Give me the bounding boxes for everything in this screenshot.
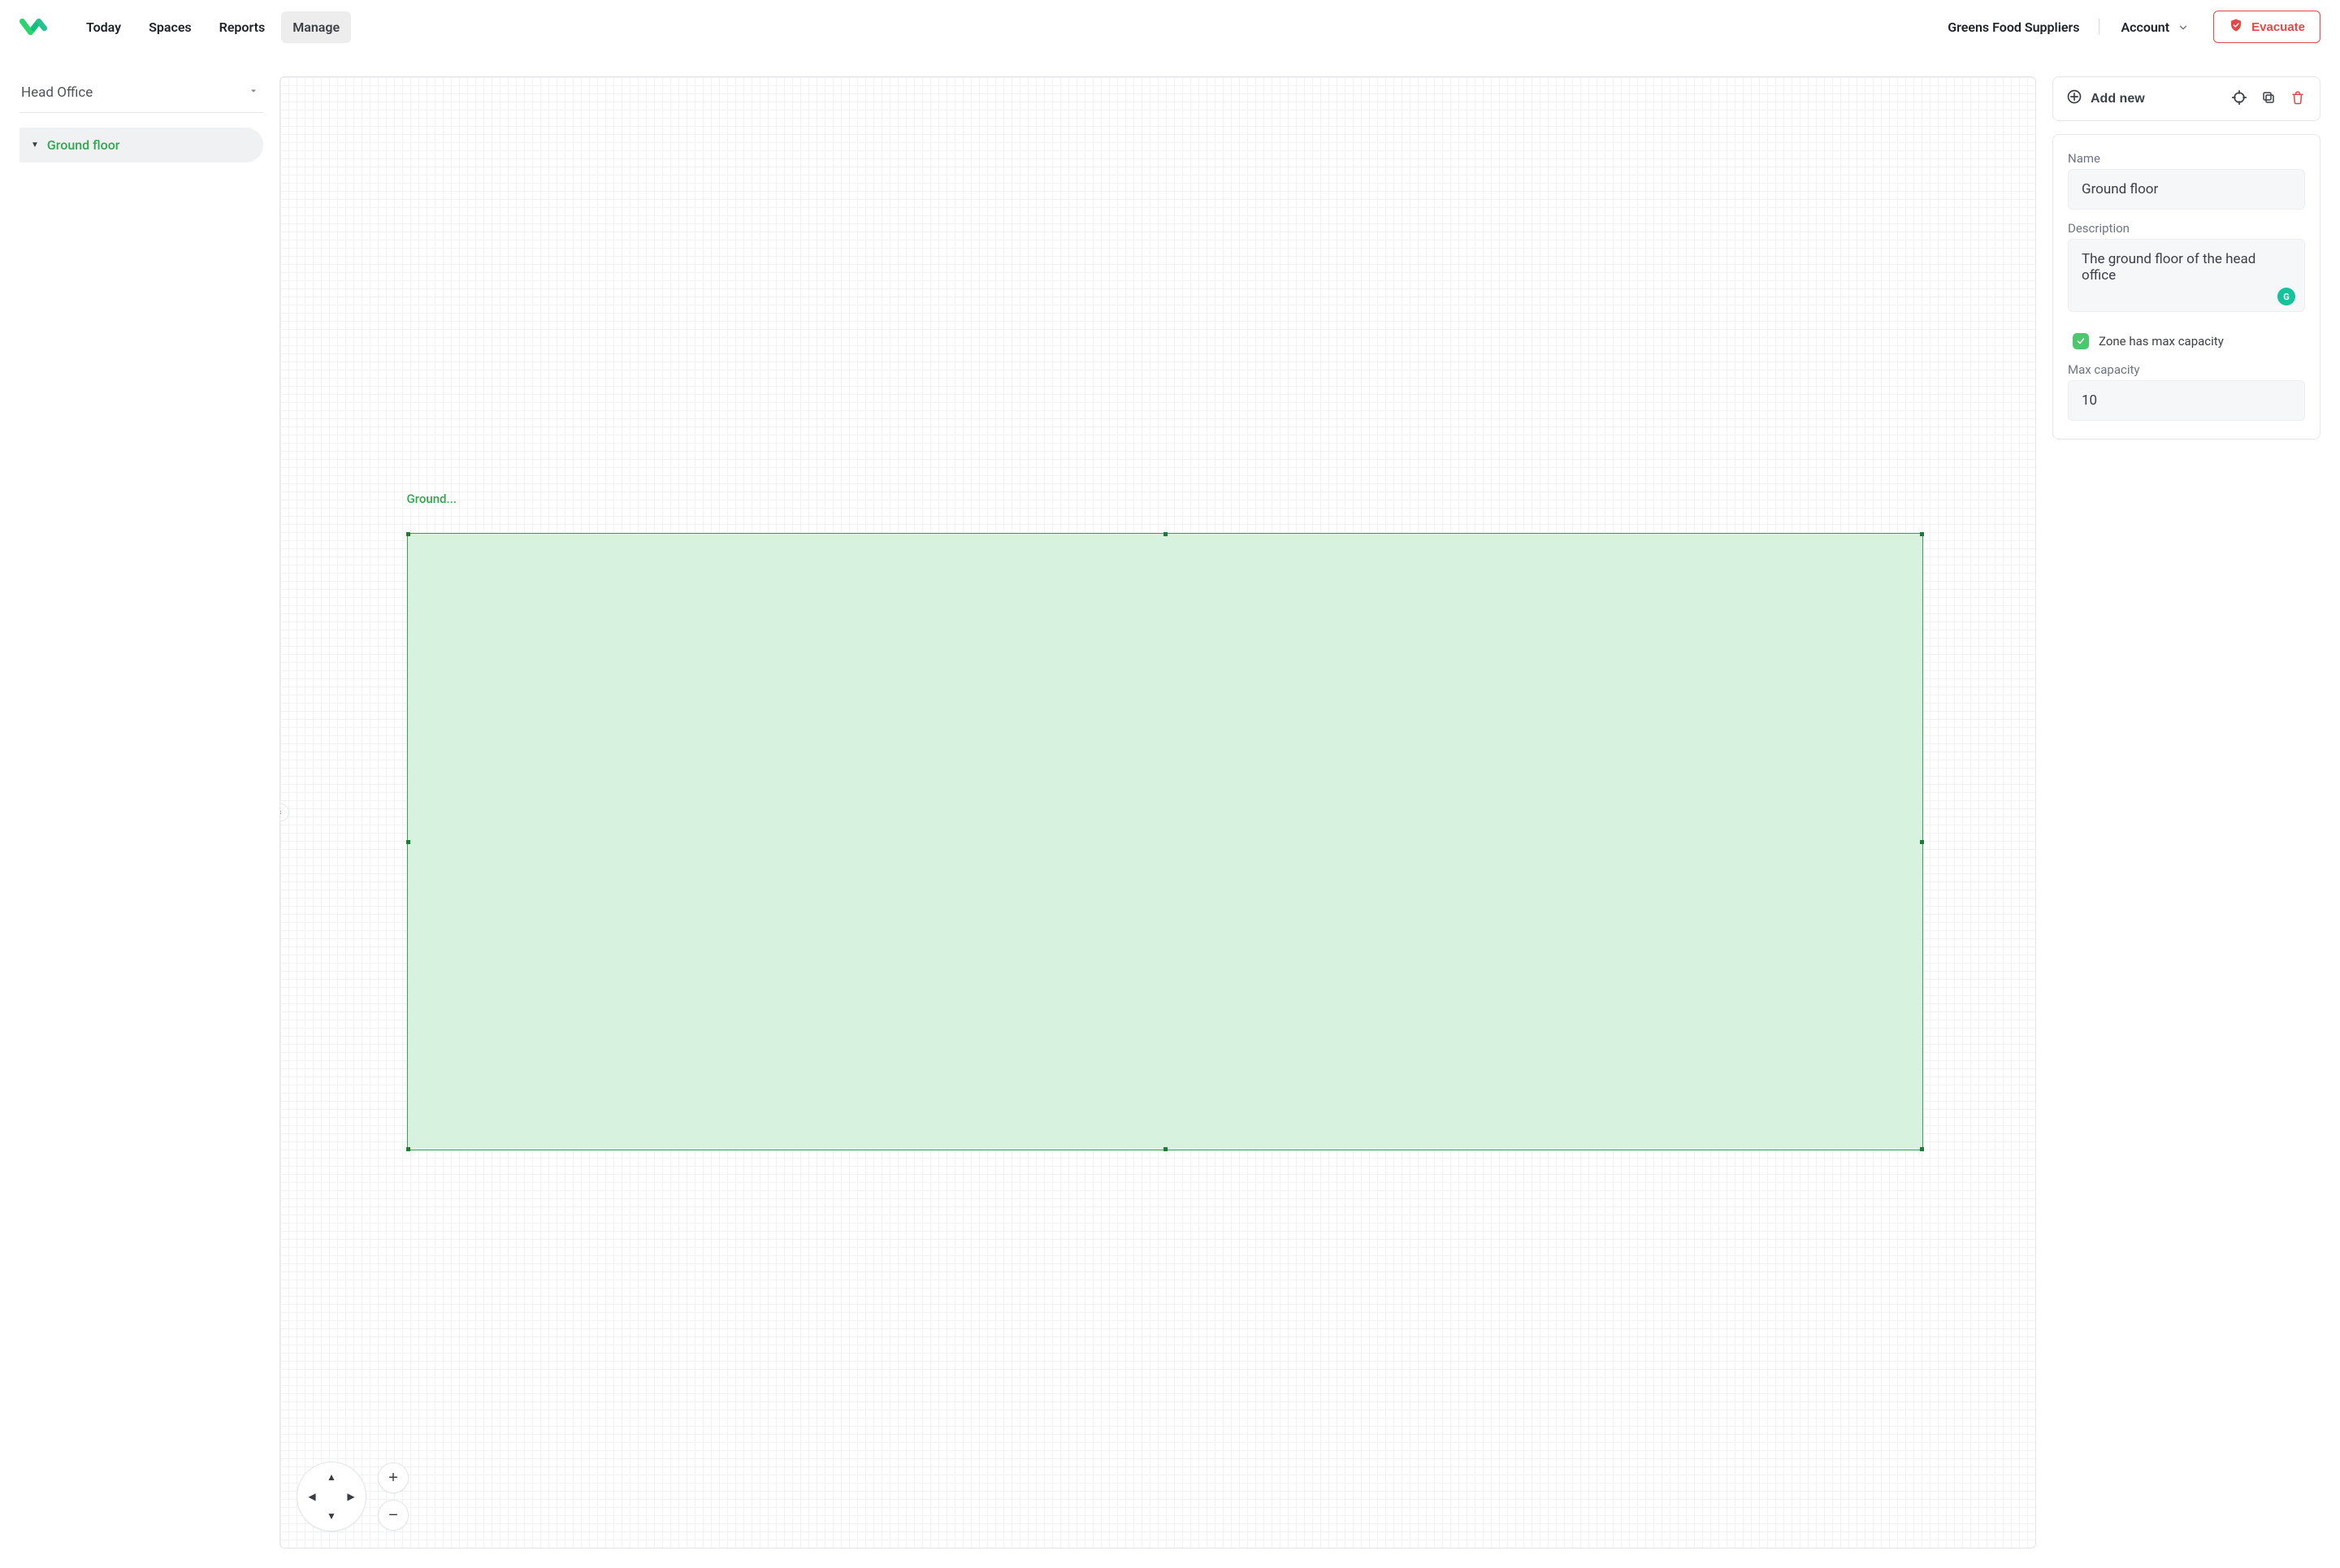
pan-right-button[interactable]: ▶ bbox=[341, 1487, 361, 1506]
trash-icon bbox=[2290, 90, 2305, 107]
resize-handle-mr[interactable] bbox=[1920, 840, 1924, 844]
properties-panel: Add new Name bbox=[2052, 76, 2320, 1549]
logo bbox=[20, 13, 47, 41]
description-label: Description bbox=[2068, 221, 2305, 236]
canvas-nav-controls: ▲ ▼ ◀ ▶ + − bbox=[297, 1462, 409, 1531]
evacuate-button[interactable]: Evacuate bbox=[2213, 11, 2320, 43]
evacuate-label: Evacuate bbox=[2251, 20, 2305, 34]
nav-divider bbox=[2099, 19, 2100, 35]
copy-icon bbox=[2261, 90, 2276, 107]
resize-handle-bl[interactable] bbox=[406, 1147, 410, 1151]
resize-handle-tl[interactable] bbox=[406, 532, 410, 536]
pan-down-button[interactable]: ▼ bbox=[322, 1506, 341, 1526]
resize-handle-tc[interactable] bbox=[1164, 532, 1168, 536]
org-name: Greens Food Suppliers bbox=[1948, 19, 2079, 35]
add-new-label: Add new bbox=[2091, 92, 2145, 106]
name-field: Name bbox=[2068, 151, 2305, 210]
tree-item-label: Ground floor bbox=[47, 137, 120, 153]
pan-left-button[interactable]: ◀ bbox=[302, 1487, 322, 1506]
zoom-out-button[interactable]: − bbox=[378, 1500, 409, 1531]
name-input[interactable] bbox=[2068, 169, 2305, 210]
nav-spaces[interactable]: Spaces bbox=[137, 11, 203, 43]
plus-circle-icon bbox=[2066, 89, 2082, 109]
nav-reports[interactable]: Reports bbox=[208, 11, 277, 43]
locate-button[interactable] bbox=[2230, 90, 2248, 108]
resize-handle-ml[interactable] bbox=[406, 840, 410, 844]
nav-today[interactable]: Today bbox=[75, 11, 132, 43]
add-new-button[interactable]: Add new bbox=[2066, 89, 2145, 109]
pan-dpad: ▲ ▼ ◀ ▶ bbox=[297, 1462, 366, 1531]
floorplan-canvas[interactable]: ‹ Ground... ▲ ▼ ◀ ▶ + − bbox=[280, 76, 2036, 1549]
triangle-up-icon: ▲ bbox=[327, 1471, 336, 1483]
max-capacity-label: Max capacity bbox=[2068, 362, 2305, 377]
triangle-down-icon: ▼ bbox=[327, 1510, 336, 1522]
max-capacity-field: Max capacity bbox=[2068, 362, 2305, 421]
chevron-left-icon: ‹ bbox=[280, 808, 282, 817]
location-label: Head Office bbox=[21, 84, 93, 101]
max-capacity-checkbox[interactable] bbox=[2073, 333, 2089, 349]
max-capacity-input[interactable] bbox=[2068, 380, 2305, 421]
zoom-in-button[interactable]: + bbox=[378, 1462, 409, 1493]
max-capacity-checkbox-label: Zone has max capacity bbox=[2099, 334, 2224, 349]
description-field: Description G bbox=[2068, 221, 2305, 315]
minus-icon: − bbox=[388, 1506, 398, 1525]
account-label: Account bbox=[2121, 19, 2169, 35]
delete-button[interactable] bbox=[2289, 90, 2307, 108]
crosshair-icon bbox=[2231, 89, 2247, 108]
plus-icon: + bbox=[388, 1469, 398, 1488]
description-input[interactable] bbox=[2068, 239, 2305, 312]
grammarly-icon: G bbox=[2277, 288, 2295, 305]
triangle-right-icon: ▶ bbox=[347, 1491, 354, 1502]
zone-label: Ground... bbox=[407, 492, 457, 506]
chevron-down-icon bbox=[2178, 21, 2189, 32]
resize-handle-br[interactable] bbox=[1920, 1147, 1924, 1151]
triangle-down-icon: ▼ bbox=[31, 141, 39, 149]
account-menu[interactable]: Account bbox=[2119, 15, 2190, 40]
floor-tree: ▼ Ground floor bbox=[20, 128, 263, 162]
duplicate-button[interactable] bbox=[2260, 90, 2277, 108]
caret-down-icon bbox=[249, 86, 258, 99]
max-capacity-checkbox-row: Zone has max capacity bbox=[2068, 327, 2305, 351]
main: Head Office ▼ Ground floor ‹ Ground... bbox=[0, 54, 2340, 1568]
top-nav: Today Spaces Reports Manage Greens Food … bbox=[0, 0, 2340, 54]
resize-handle-tr[interactable] bbox=[1920, 532, 1924, 536]
collapse-sidebar-toggle[interactable]: ‹ bbox=[280, 803, 289, 821]
nav-manage[interactable]: Manage bbox=[281, 11, 351, 43]
resize-handle-bc[interactable] bbox=[1164, 1147, 1168, 1151]
shield-icon bbox=[2229, 18, 2243, 36]
location-select[interactable]: Head Office bbox=[20, 76, 263, 113]
tree-item-ground-floor[interactable]: ▼ Ground floor bbox=[20, 128, 263, 162]
name-label: Name bbox=[2068, 151, 2305, 166]
zoom-controls: + − bbox=[378, 1462, 409, 1531]
zone-rect[interactable] bbox=[407, 533, 1923, 1150]
sidebar: Head Office ▼ Ground floor bbox=[20, 76, 263, 1549]
pan-up-button[interactable]: ▲ bbox=[322, 1467, 341, 1487]
props-form: Name Description G Zone has max capacity… bbox=[2052, 134, 2320, 440]
props-toolbar: Add new bbox=[2052, 76, 2320, 121]
nav-links: Today Spaces Reports Manage bbox=[75, 11, 351, 43]
triangle-left-icon: ◀ bbox=[308, 1491, 315, 1502]
